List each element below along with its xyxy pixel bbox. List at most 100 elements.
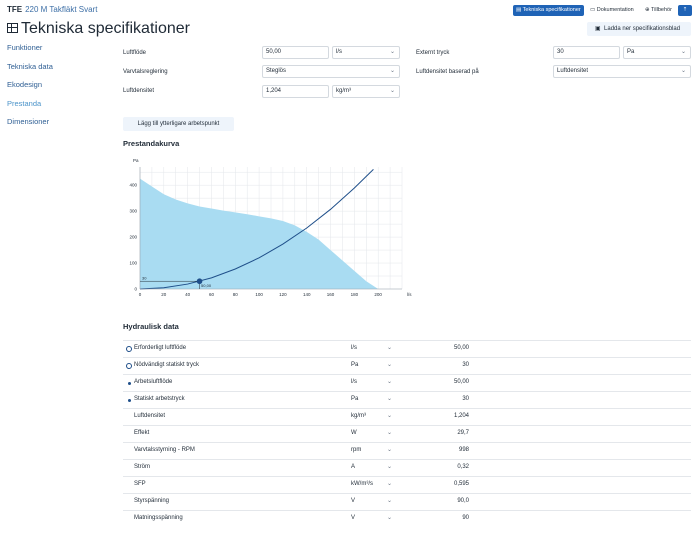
- density-unit-select[interactable]: kg/m³ ⌄: [332, 85, 400, 98]
- sidebar: Funktioner Tekniska data Ekodesign Prest…: [7, 43, 107, 136]
- airflow-input[interactable]: 50,00: [262, 46, 329, 59]
- density-unit-value: kg/m³: [336, 88, 351, 94]
- hydraulic-label: Nödvändigt statiskt tryck: [134, 362, 200, 368]
- hydraulic-row: Varvtalsstyrning - RPM 998 rpm ⌄: [123, 442, 691, 459]
- sidebar-item-tekniska-data[interactable]: Tekniska data: [7, 62, 107, 81]
- x-tick-label: 180: [351, 292, 359, 297]
- download-spec-button[interactable]: ▣ Ladda ner specifikationsblad: [587, 22, 691, 36]
- y-tick-label: 300: [129, 209, 137, 214]
- documentation-label: Dokumentation: [596, 7, 634, 13]
- brand-code: TFE: [7, 5, 23, 14]
- speed-control-select[interactable]: Steglös ⌄: [262, 65, 400, 78]
- performance-chart: 0 20 40 60 80 100 120 140 160 180 200 0 100 200 300 400…: [129, 158, 412, 297]
- hydraulic-row: Statiskt arbetstryck 30 Pa ⌄: [123, 391, 691, 408]
- chevron-down-icon[interactable]: ⌄: [387, 497, 392, 504]
- hydraulic-row: SFP 0,595 kW/m³/s ⌄: [123, 476, 691, 493]
- pressure-unit-value: Pa: [627, 49, 635, 55]
- x-tick-label: 160: [327, 292, 335, 297]
- hydraulic-value: 30: [462, 396, 469, 402]
- dot-marker-icon: [128, 382, 131, 385]
- hydraulic-label: Erforderligt luftflöde: [134, 345, 187, 351]
- hydraulic-row: Matningsspänning 90 V ⌄: [123, 510, 691, 527]
- chevron-down-icon[interactable]: ⌄: [387, 361, 392, 368]
- hydraulic-title: Hydraulisk data: [123, 322, 179, 331]
- tech-spec-button[interactable]: ▤ Tekniska specifikationer: [513, 5, 584, 16]
- hydraulic-label: Luftdensitet: [134, 413, 166, 419]
- hydraulic-row: Styrspänning 90,0 V ⌄: [123, 493, 691, 510]
- hydraulic-unit: Pa: [351, 362, 359, 368]
- external-pressure-input[interactable]: 30: [553, 46, 620, 59]
- x-tick-label: 80: [233, 292, 239, 297]
- density-label: Luftdensitet: [123, 88, 155, 94]
- chevron-down-icon: ⌄: [389, 49, 395, 55]
- airflow-unit-select[interactable]: l/s ⌄: [332, 46, 400, 59]
- chevron-down-icon[interactable]: ⌄: [387, 480, 392, 487]
- chevron-down-icon[interactable]: ⌄: [387, 463, 392, 470]
- x-tick-label: 140: [303, 292, 311, 297]
- chevron-down-icon[interactable]: ⌄: [387, 344, 392, 351]
- hydraulic-unit: kg/m³: [351, 413, 366, 419]
- hydraulic-value: 0,32: [457, 464, 469, 470]
- pressure-unit-select[interactable]: Pa ⌄: [623, 46, 691, 59]
- hydraulic-unit: rpm: [351, 447, 362, 453]
- chevron-down-icon: ⌄: [389, 88, 395, 94]
- hydraulic-value: 30: [462, 362, 469, 368]
- table-icon: [7, 23, 18, 33]
- airflow-unit-value: l/s: [336, 49, 342, 55]
- sidebar-item-prestanda[interactable]: Prestanda: [7, 99, 107, 118]
- hydraulic-row: Luftdensitet 1,204 kg/m³ ⌄: [123, 408, 691, 425]
- operating-point-y-label: 30: [142, 276, 147, 281]
- sidebar-item-dimensioner[interactable]: Dimensioner: [7, 117, 107, 136]
- chevron-down-icon[interactable]: ⌄: [387, 429, 392, 436]
- hydraulic-label: Ström: [134, 464, 151, 470]
- tech-spec-label: Tekniska specifikationer: [522, 7, 581, 13]
- download-label: Ladda ner specifikationsblad: [604, 26, 681, 32]
- density-basis-select[interactable]: Luftdensitet ⌄: [553, 65, 691, 78]
- hydraulic-value: 50,00: [453, 379, 469, 385]
- hydraulic-unit: V: [351, 498, 356, 504]
- scroll-top-button[interactable]: ⇡: [678, 5, 692, 16]
- chevron-down-icon[interactable]: ⌄: [387, 395, 392, 402]
- hydraulic-value: 29,7: [457, 430, 469, 436]
- y-tick-label: 200: [129, 235, 137, 240]
- hydraulic-unit: l/s: [351, 379, 357, 385]
- hydraulic-unit: kW/m³/s: [351, 481, 373, 487]
- sidebar-item-ekodesign[interactable]: Ekodesign: [7, 80, 107, 99]
- hydraulic-label: Arbetsluftflöde: [134, 379, 173, 385]
- density-input[interactable]: 1,204: [262, 85, 329, 98]
- hydraulic-row: Nödvändigt statiskt tryck 30 Pa ⌄: [123, 357, 691, 374]
- y-axis-label: Pa: [133, 158, 139, 163]
- hydraulic-value: 1,204: [453, 413, 469, 419]
- hydraulic-unit: A: [351, 464, 356, 470]
- x-tick-label: 200: [374, 292, 382, 297]
- hydraulic-label: Styrspänning: [134, 498, 170, 504]
- hydraulic-row: Arbetsluftflöde 50,00 l/s ⌄: [123, 374, 691, 391]
- add-operating-point-button[interactable]: Lägg till ytterligare arbetspunkt: [123, 117, 234, 131]
- operating-point-x-label: 50,00: [201, 283, 212, 288]
- sidebar-item-funktioner[interactable]: Funktioner: [7, 43, 107, 62]
- chevron-down-icon: ⌄: [680, 49, 686, 55]
- x-tick-label: 100: [255, 292, 263, 297]
- hydraulic-unit: W: [351, 430, 357, 436]
- speed-control-label: Varvtalsreglering: [123, 69, 168, 75]
- chevron-down-icon: ⌄: [680, 68, 686, 74]
- chart-title: Prestandakurva: [123, 139, 180, 148]
- hydraulic-value: 998: [458, 447, 469, 453]
- chevron-down-icon[interactable]: ⌄: [387, 378, 392, 385]
- hydraulic-label: Matningsspänning: [134, 515, 183, 521]
- hydraulic-unit: l/s: [351, 345, 357, 351]
- x-tick-label: 60: [209, 292, 215, 297]
- hydraulic-row: Ström 0,32 A ⌄: [123, 459, 691, 476]
- x-tick-label: 120: [279, 292, 287, 297]
- chevron-down-icon[interactable]: ⌄: [387, 412, 392, 419]
- accessories-button[interactable]: ⊕ Tillbehör: [642, 5, 675, 16]
- hydraulic-value: 50,00: [453, 345, 469, 351]
- x-axis-label: l/s: [407, 292, 412, 297]
- chevron-down-icon[interactable]: ⌄: [387, 514, 392, 521]
- hydraulic-label: SFP: [134, 481, 146, 487]
- hydraulic-row: Erforderligt luftflöde 50,00 l/s ⌄: [123, 340, 691, 357]
- chevron-down-icon[interactable]: ⌄: [387, 446, 392, 453]
- documentation-button[interactable]: ▭ Dokumentation: [587, 5, 637, 16]
- hydraulic-value: 90: [462, 515, 469, 521]
- hydraulic-label: Varvtalsstyrning - RPM: [134, 447, 195, 453]
